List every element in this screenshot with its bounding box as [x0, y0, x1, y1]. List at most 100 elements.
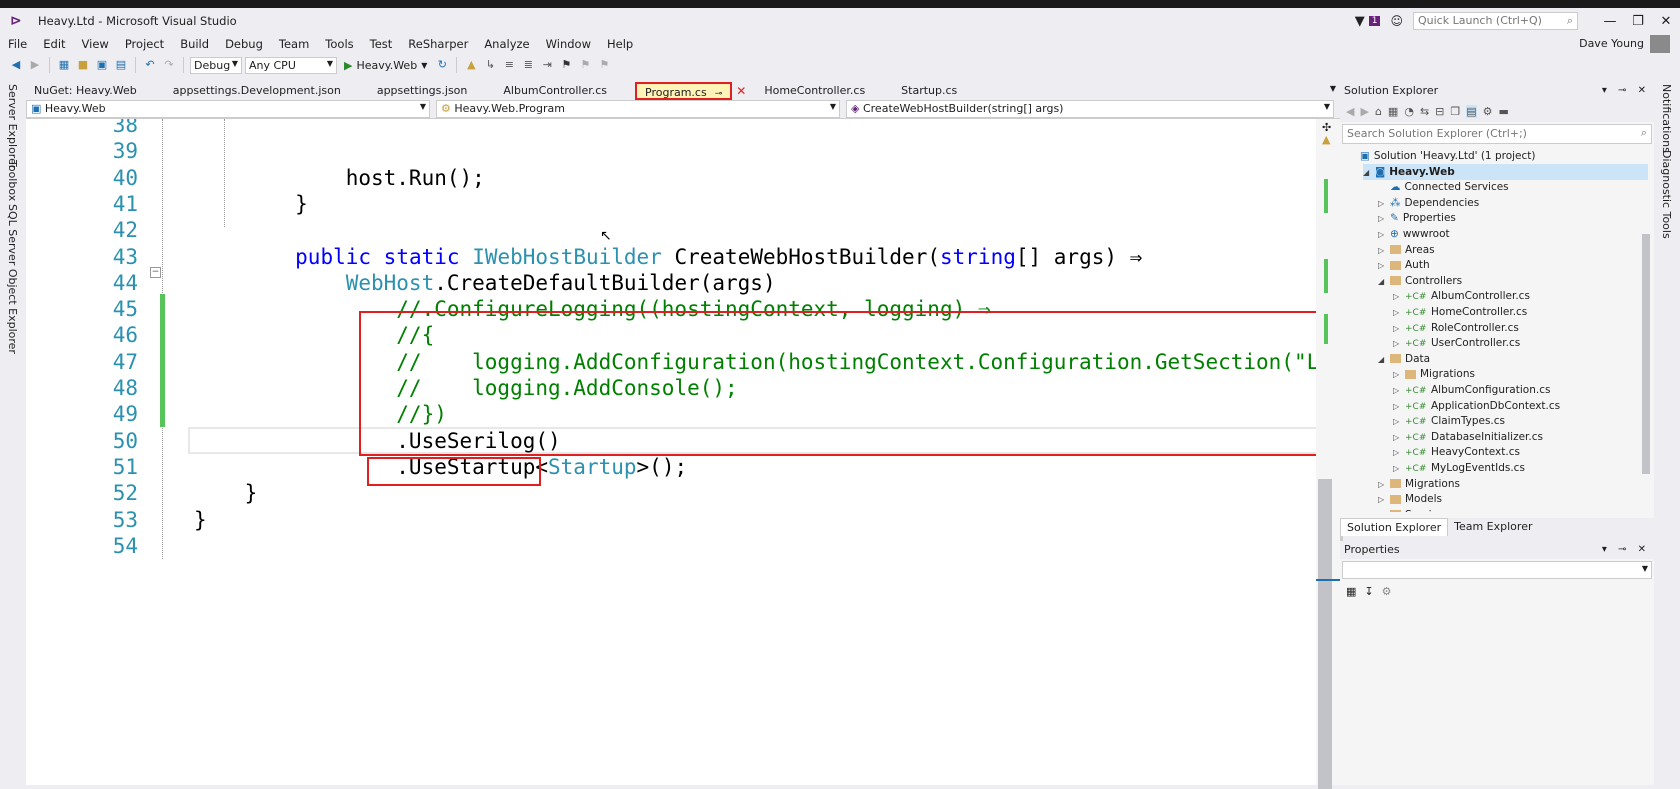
restore-button[interactable]: ❐ — [1624, 14, 1652, 29]
tab-home-controller[interactable]: HomeController.cs — [756, 82, 873, 100]
close-tab-button[interactable]: ✕ — [736, 82, 746, 100]
tab-list-dropdown-icon[interactable]: ▼ — [1330, 84, 1336, 93]
menu-test[interactable]: Test — [362, 37, 401, 51]
menu-team[interactable]: Team — [271, 37, 317, 51]
expand-arrow-icon[interactable]: ▷ — [1378, 243, 1390, 259]
tab-appsettings[interactable]: appsettings.json — [369, 82, 476, 100]
project-select[interactable]: ▣ Heavy.Web ▼ — [26, 100, 430, 118]
run-button[interactable]: ▶ Heavy.Web ▼ — [340, 56, 431, 74]
tab-nuget[interactable]: NuGet: Heavy.Web — [26, 82, 145, 100]
notifications-tab[interactable]: Notifications — [1660, 84, 1673, 153]
collapse-arrow-icon[interactable]: ◢ — [1378, 352, 1390, 368]
tree-item[interactable]: ◢ Data — [1378, 351, 1648, 367]
menu-view[interactable]: View — [74, 37, 117, 51]
feedback-icon[interactable]: ☺ — [1390, 14, 1403, 28]
expand-arrow-icon[interactable]: ▷ — [1393, 367, 1405, 383]
expand-arrow-icon[interactable]: ▷ — [1393, 445, 1405, 461]
expand-arrow-icon[interactable]: ▷ — [1378, 258, 1390, 274]
menu-project[interactable]: Project — [117, 37, 172, 51]
new-project-icon[interactable]: ▦ — [56, 57, 72, 73]
diagnostic-tools-tab[interactable]: Diagnostic Tools — [1660, 150, 1673, 239]
expand-arrow-icon[interactable]: ▷ — [1393, 321, 1405, 337]
user-name[interactable]: Dave Young — [1579, 34, 1644, 54]
expand-arrow-icon[interactable]: ▷ — [1378, 477, 1390, 493]
code-line[interactable]: 41 } — [26, 191, 1316, 218]
categorized-icon[interactable]: ▦ — [1346, 585, 1356, 598]
pending-changes-icon[interactable]: ◔ — [1404, 105, 1414, 118]
indent-icon[interactable]: ⇥ — [539, 57, 555, 73]
expand-arrow-icon[interactable]: ▷ — [1393, 305, 1405, 321]
tree-item[interactable]: ▷ ✎ Properties — [1378, 210, 1648, 226]
server-explorer-tab[interactable]: Server Explorer — [6, 84, 19, 169]
expand-arrow-icon[interactable]: ▷ — [1378, 227, 1390, 243]
tree-item[interactable]: ▷ Migrations — [1378, 476, 1648, 492]
expand-arrow-icon[interactable]: ▷ — [1393, 383, 1405, 399]
tree-item[interactable]: ◢ Controllers — [1378, 273, 1648, 289]
solution-explorer-search-input[interactable]: Search Solution Explorer (Ctrl+;) ⌕ — [1342, 124, 1652, 144]
menu-window[interactable]: Window — [538, 37, 599, 51]
expand-arrow-icon[interactable]: ▷ — [1378, 508, 1390, 512]
tab-team-explorer[interactable]: Team Explorer — [1448, 518, 1538, 536]
tree-item[interactable]: ▷ +C# RoleController.cs — [1393, 320, 1648, 336]
menu-analyze[interactable]: Analyze — [476, 37, 537, 51]
tree-item[interactable]: ▷ Services — [1378, 507, 1648, 512]
open-file-icon[interactable]: ■ — [75, 57, 91, 73]
notification-flag-icon[interactable]: ▼ — [1355, 14, 1365, 29]
tree-item[interactable]: ▷ Areas — [1378, 242, 1648, 258]
bookmark-icon[interactable]: ⚑ — [558, 57, 574, 73]
expand-arrow-icon[interactable]: ▷ — [1378, 196, 1390, 212]
editor-vertical-scrollbar[interactable]: ✣ ▲ — [1316, 119, 1340, 789]
code-line[interactable]: 43 public static IWebHostBuilder CreateW… — [26, 244, 1316, 271]
expand-arrow-icon[interactable]: ▷ — [1393, 430, 1405, 446]
tree-item[interactable]: ▷ +C# HeavyContext.cs — [1393, 444, 1648, 460]
properties-icon[interactable]: ⚙ — [1483, 105, 1493, 118]
collapse-arrow-icon[interactable]: ◢ — [1378, 274, 1390, 290]
show-all-files-icon[interactable]: ❐ — [1450, 105, 1460, 118]
save-icon[interactable]: ▣ — [94, 57, 110, 73]
tree-item[interactable]: ▷ +C# AlbumConfiguration.cs — [1393, 382, 1648, 398]
tab-program[interactable]: Program.cs ⊸ — [635, 82, 733, 100]
configuration-select[interactable]: Debug ▼ — [190, 56, 242, 74]
platform-select[interactable]: Any CPU ▼ — [245, 56, 337, 74]
alphabetical-icon[interactable]: ↧ — [1364, 585, 1373, 598]
type-select[interactable]: ⚙ Heavy.Web.Program ▼ — [436, 100, 840, 118]
menu-build[interactable]: Build — [172, 37, 217, 51]
tab-album-controller[interactable]: AlbumController.cs — [495, 82, 615, 100]
tab-appsettings-development[interactable]: appsettings.Development.json — [165, 82, 349, 100]
step-icon[interactable]: ↳ — [482, 57, 498, 73]
panel-window-buttons[interactable]: ▾ ⊸ ✕ — [1602, 82, 1650, 100]
tree-item[interactable]: ▷ Migrations — [1393, 366, 1648, 382]
tree-item[interactable]: ▷ +C# UserController.cs — [1393, 335, 1648, 351]
close-window-button[interactable]: ✕ — [1652, 14, 1680, 29]
scroll-thumb[interactable] — [1318, 479, 1332, 789]
tree-item[interactable]: ▷ +C# MyLogEventIds.cs — [1393, 460, 1648, 476]
tree-item[interactable]: ▷ +C# ApplicationDbContext.cs — [1393, 398, 1648, 414]
code-line[interactable]: 54 — [26, 533, 1316, 560]
undo-icon[interactable]: ↶ — [142, 57, 158, 73]
redo-icon[interactable]: ↷ — [161, 57, 177, 73]
code-line[interactable]: 38 — [26, 119, 1316, 139]
tree-item[interactable]: ☁ Connected Services — [1378, 179, 1648, 195]
expand-arrow-icon[interactable]: ▷ — [1378, 492, 1390, 508]
refresh-icon[interactable]: ↻ — [434, 57, 450, 73]
back-icon[interactable]: ◀ — [1346, 105, 1354, 118]
menu-help[interactable]: Help — [599, 37, 641, 51]
find-icon[interactable]: ▲ — [463, 57, 479, 73]
tree-item[interactable]: ▷ +C# AlbumController.cs — [1393, 288, 1648, 304]
save-all-icon[interactable]: ▤ — [113, 57, 129, 73]
member-select[interactable]: ◈ CreateWebHostBuilder(string[] args) ▼ — [846, 100, 1334, 118]
tree-item[interactable]: ◢ ◙ Heavy.Web — [1363, 163, 1648, 181]
minimize-button[interactable]: — — [1596, 14, 1624, 29]
tab-solution-explorer[interactable]: Solution Explorer — [1340, 518, 1449, 536]
collapse-arrow-icon[interactable]: ◢ — [1363, 165, 1375, 181]
code-line[interactable]: 52 } — [26, 480, 1316, 507]
menu-debug[interactable]: Debug — [217, 37, 271, 51]
preview-icon[interactable]: ▤ — [1466, 104, 1477, 118]
code-line[interactable]: 44 WebHost.CreateDefaultBuilder(args) — [26, 270, 1316, 297]
pin-icon[interactable]: ⊸ — [715, 89, 723, 99]
code-line[interactable]: 42 — [26, 217, 1316, 244]
expand-arrow-icon[interactable]: ▷ — [1393, 289, 1405, 305]
next-bookmark-icon[interactable]: ⚑ — [596, 57, 612, 73]
forward-icon[interactable]: ▶ — [27, 57, 43, 73]
menu-file[interactable]: File — [0, 37, 35, 51]
